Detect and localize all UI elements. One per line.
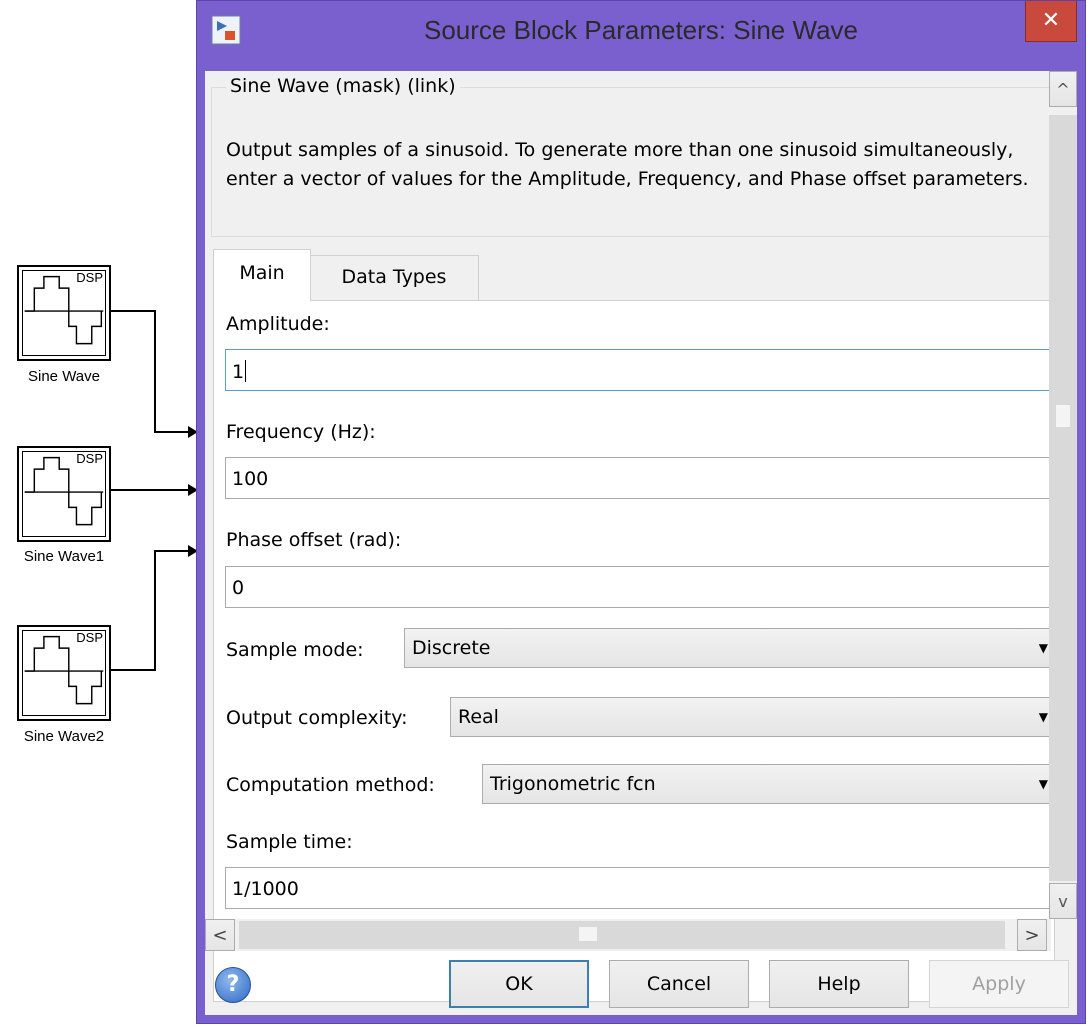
phase-offset-input[interactable]: 0: [225, 566, 1059, 608]
block-icon-text: DSP: [76, 270, 103, 285]
close-button[interactable]: ✕: [1025, 1, 1077, 42]
phase-offset-label: Phase offset (rad):: [226, 529, 402, 551]
output-complexity-label: Output complexity:: [226, 707, 408, 729]
block-description: Output samples of a sinusoid. To generat…: [226, 139, 1029, 190]
dialog-client-area: Sine Wave (mask) (link) Output samples o…: [205, 71, 1077, 1015]
computation-method-label: Computation method:: [226, 774, 435, 796]
sine-wave1-block[interactable]: DSP: [17, 446, 111, 542]
sample-time-input[interactable]: 1/1000: [225, 867, 1059, 909]
sample-time-label: Sample time:: [226, 831, 353, 853]
computation-method-value: Trigonometric fcn: [490, 773, 656, 795]
frequency-label: Frequency (Hz):: [226, 421, 376, 443]
sine-wave2-block[interactable]: DSP: [17, 625, 111, 721]
vertical-scroll-track[interactable]: [1049, 115, 1077, 881]
block-label: Sine Wave1: [23, 548, 105, 565]
dropdown-arrow-icon: ▼: [1038, 777, 1048, 791]
sine-wave-block[interactable]: DSP: [17, 265, 111, 361]
horizontal-scroll-track[interactable]: [239, 921, 1005, 949]
scroll-left-button[interactable]: <: [205, 919, 235, 951]
title-bar[interactable]: Source Block Parameters: Sine Wave ✕: [197, 1, 1085, 71]
amplitude-input[interactable]: 1: [225, 349, 1059, 391]
dialog-title: Source Block Parameters: Sine Wave: [424, 15, 858, 45]
block-icon-text: DSP: [76, 630, 103, 645]
apply-button[interactable]: Apply: [929, 960, 1069, 1008]
help-question-icon[interactable]: ?: [215, 967, 251, 1003]
scroll-down-button[interactable]: v: [1049, 883, 1077, 919]
main-tab-panel: Amplitude: 1 Frequency (Hz): 100 Phase o…: [213, 300, 1059, 1002]
help-button[interactable]: Help: [769, 960, 909, 1008]
dropdown-arrow-icon: ▼: [1038, 641, 1048, 655]
tab-main[interactable]: Main: [213, 249, 311, 301]
computation-method-select[interactable]: Trigonometric fcn ▼: [482, 764, 1059, 804]
dropdown-arrow-icon: ▼: [1038, 710, 1048, 724]
sample-mode-value: Discrete: [412, 637, 491, 659]
block-icon-text: DSP: [76, 451, 103, 466]
horizontal-scroll-thumb[interactable]: [579, 927, 597, 941]
block-label: Sine Wave: [28, 368, 100, 385]
tab-data-types[interactable]: Data Types: [309, 255, 479, 301]
block-label: Sine Wave2: [23, 728, 105, 745]
block-parameters-dialog: Source Block Parameters: Sine Wave ✕ Sin…: [196, 0, 1086, 1024]
horizontal-scrollbar[interactable]: < >: [205, 919, 1051, 951]
output-complexity-value: Real: [458, 706, 499, 728]
text-cursor: [245, 360, 247, 382]
sample-mode-label: Sample mode:: [226, 639, 364, 661]
sample-mode-select[interactable]: Discrete ▼: [404, 628, 1059, 668]
scroll-up-button[interactable]: ^: [1049, 71, 1077, 107]
amplitude-value: 1: [232, 361, 245, 383]
amplitude-label: Amplitude:: [226, 313, 330, 335]
frequency-input[interactable]: 100: [225, 457, 1059, 499]
scroll-right-button[interactable]: >: [1017, 919, 1047, 951]
cancel-button[interactable]: Cancel: [609, 960, 749, 1008]
vertical-scrollbar[interactable]: ^ v: [1049, 71, 1077, 919]
group-title: Sine Wave (mask) (link): [226, 75, 460, 97]
ok-button[interactable]: OK: [449, 960, 589, 1008]
output-complexity-select[interactable]: Real ▼: [450, 697, 1059, 737]
vertical-scroll-thumb[interactable]: [1056, 405, 1070, 427]
description-group: Sine Wave (mask) (link) Output samples o…: [211, 75, 1053, 237]
